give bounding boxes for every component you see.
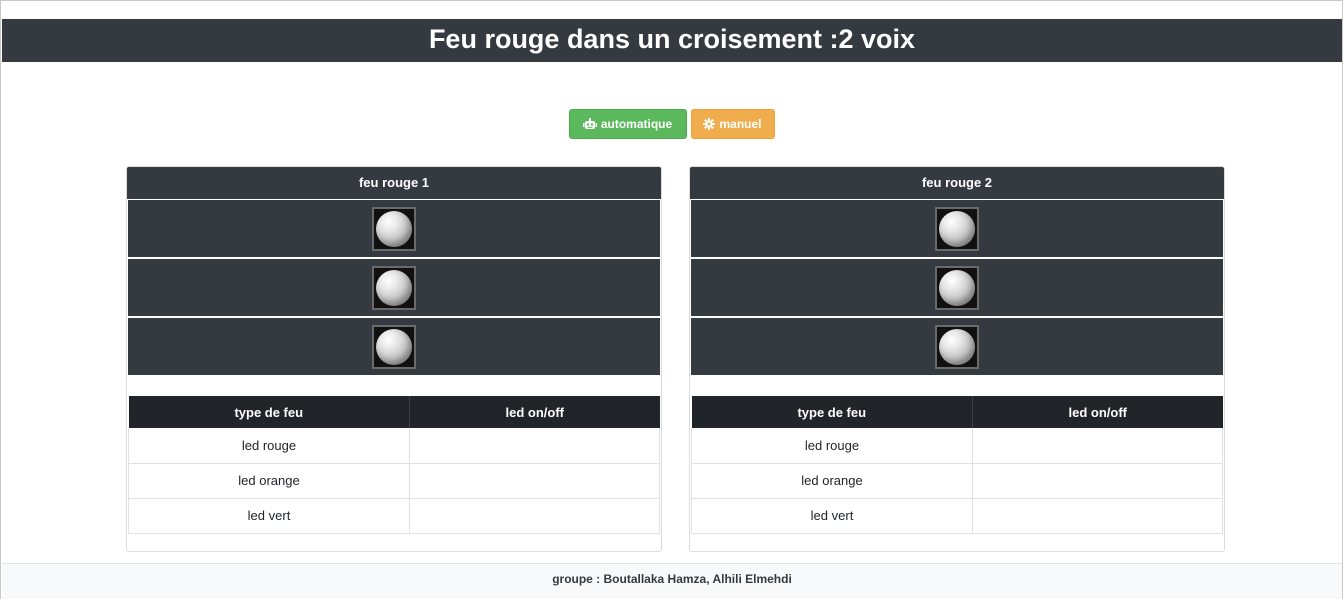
table-row: led rouge bbox=[691, 428, 1223, 464]
panel-title: feu rouge 2 bbox=[690, 167, 1224, 199]
led-type-cell: led orange bbox=[128, 463, 410, 499]
bulb-icon bbox=[939, 269, 975, 306]
orange-lamp-icon[interactable] bbox=[935, 265, 979, 310]
led-type-cell: led vert bbox=[128, 498, 410, 534]
automatic-button[interactable]: automatique bbox=[568, 109, 687, 139]
led-state-cell bbox=[409, 463, 660, 499]
column-header-state: led on/off bbox=[972, 396, 1223, 428]
green-lamp-icon[interactable] bbox=[372, 324, 416, 369]
table-row: led rouge bbox=[128, 428, 660, 464]
column-header-state: led on/off bbox=[409, 396, 660, 428]
manual-button[interactable]: manuel bbox=[690, 109, 775, 139]
table-row: led orange bbox=[691, 463, 1223, 499]
led-state-cell bbox=[972, 498, 1223, 534]
panel-title: feu rouge 1 bbox=[127, 167, 661, 199]
light-row-red bbox=[128, 199, 660, 257]
led-type-cell: led rouge bbox=[128, 428, 410, 464]
table-header-row: type de feu led on/off bbox=[691, 396, 1223, 428]
bulb-icon bbox=[376, 328, 412, 365]
light-row-orange bbox=[128, 258, 660, 316]
light-row-red bbox=[691, 199, 1223, 257]
gear-icon bbox=[703, 118, 716, 130]
mode-buttons: automatique manuel bbox=[0, 109, 1343, 139]
table-header-row: type de feu led on/off bbox=[128, 396, 660, 428]
led-state-cell bbox=[409, 428, 660, 464]
bulb-icon bbox=[376, 210, 412, 247]
led-status-table: type de feu led on/off led rouge led ora… bbox=[691, 396, 1223, 534]
led-type-cell: led vert bbox=[691, 498, 973, 534]
traffic-light-panel-1: feu rouge 1 type de feu led on/off led r… bbox=[126, 166, 662, 552]
column-header-type: type de feu bbox=[691, 396, 973, 428]
led-type-cell: led orange bbox=[691, 463, 973, 499]
red-lamp-icon[interactable] bbox=[372, 206, 416, 251]
manual-button-label: manuel bbox=[719, 117, 762, 131]
light-row-orange bbox=[691, 258, 1223, 316]
footer-credits: groupe : Boutallaka Hamza, Alhili Elmehd… bbox=[2, 563, 1342, 599]
table-row: led vert bbox=[691, 498, 1223, 534]
orange-lamp-icon[interactable] bbox=[372, 265, 416, 310]
led-state-cell bbox=[972, 463, 1223, 499]
led-status-table: type de feu led on/off led rouge led ora… bbox=[128, 396, 660, 534]
bulb-icon bbox=[376, 269, 412, 306]
led-state-cell bbox=[972, 428, 1223, 464]
light-row-green bbox=[691, 317, 1223, 375]
red-lamp-icon[interactable] bbox=[935, 206, 979, 251]
bulb-icon bbox=[939, 328, 975, 365]
robot-icon bbox=[582, 118, 597, 130]
bulb-icon bbox=[939, 210, 975, 247]
table-row: led vert bbox=[128, 498, 660, 534]
table-row: led orange bbox=[128, 463, 660, 499]
led-type-cell: led rouge bbox=[691, 428, 973, 464]
page-title: Feu rouge dans un croisement :2 voix bbox=[2, 19, 1342, 62]
led-state-cell bbox=[409, 498, 660, 534]
traffic-light-panel-2: feu rouge 2 type de feu led on/off led r… bbox=[689, 166, 1225, 552]
automatic-button-label: automatique bbox=[600, 117, 673, 131]
column-header-type: type de feu bbox=[128, 396, 410, 428]
green-lamp-icon[interactable] bbox=[935, 324, 979, 369]
light-row-green bbox=[128, 317, 660, 375]
